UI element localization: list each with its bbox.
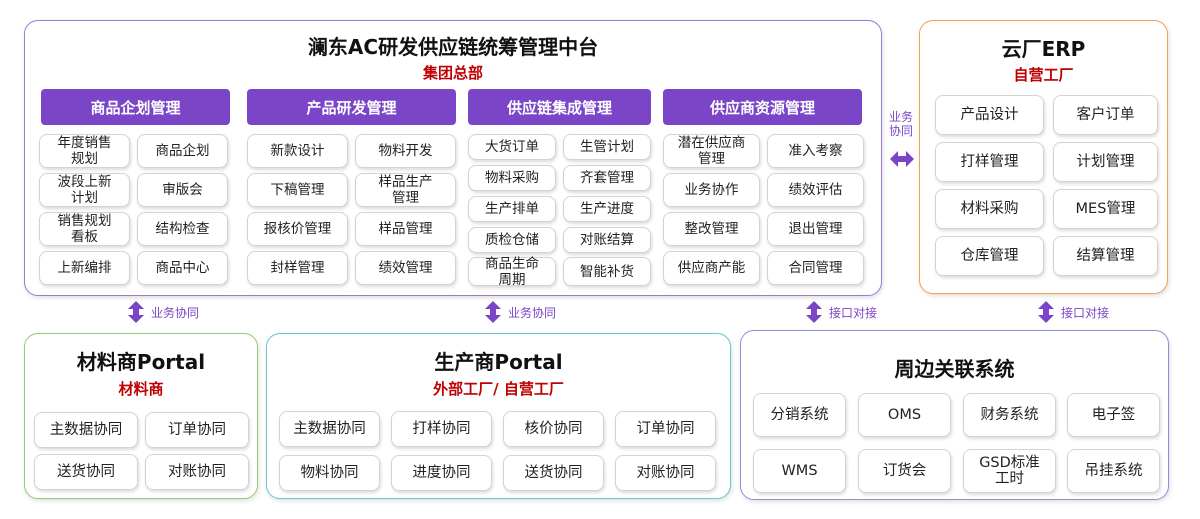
module-production-scheduling: 生产排单 bbox=[468, 196, 556, 222]
module-sample-production: 样品生产 管理 bbox=[355, 173, 456, 207]
double-arrow-vertical-icon bbox=[128, 301, 144, 323]
connector-producer-label: 业务协同 bbox=[508, 305, 557, 320]
system-order-fair: 订货会 bbox=[858, 449, 951, 493]
system-hanging: 吊挂系统 bbox=[1067, 449, 1160, 493]
system-gsd: GSD标准 工时 bbox=[963, 449, 1056, 493]
erp-proofing: 打样管理 bbox=[935, 142, 1044, 182]
module-bulk-order: 大货订单 bbox=[468, 134, 556, 160]
module-qc-warehouse: 质检仓储 bbox=[468, 227, 556, 253]
module-admission-inspection: 准入考察 bbox=[767, 134, 864, 168]
connector-producer: 业务协同 bbox=[484, 301, 556, 323]
module-potential-supplier: 潜在供应商 管理 bbox=[663, 134, 760, 168]
material-delivery: 送货协同 bbox=[34, 454, 138, 490]
module-contract-management: 合同管理 bbox=[767, 251, 864, 285]
column-header-supply-chain: 供应链集成管理 bbox=[468, 89, 651, 125]
module-annual-sales-plan: 年度销售 规划 bbox=[39, 134, 130, 168]
producer-delivery: 送货协同 bbox=[503, 455, 604, 491]
material-portal-title: 材料商Portal bbox=[76, 350, 206, 374]
main-platform-subtitle: 集团总部 bbox=[422, 64, 483, 82]
peripheral-title: 周边关联系统 bbox=[894, 357, 1015, 381]
system-oms: OMS bbox=[858, 393, 951, 437]
column-header-supplier-resources: 供应商资源管理 bbox=[663, 89, 862, 125]
main-platform-title: 澜东AC研发供应链统筹管理中台 bbox=[307, 35, 599, 59]
module-product-center: 商品中心 bbox=[137, 251, 228, 285]
module-quote-management: 报核价管理 bbox=[247, 212, 348, 246]
module-structure-check: 结构检查 bbox=[137, 212, 228, 246]
module-product-planning: 商品企划 bbox=[137, 134, 228, 168]
connector-peripheral-erp-label: 接口对接 bbox=[1061, 305, 1110, 320]
material-portal-subtitle: 材料商 bbox=[118, 380, 164, 398]
double-arrow-horizontal-icon bbox=[890, 151, 914, 167]
erp-customer-order: 客户订单 bbox=[1053, 95, 1158, 135]
module-sales-plan-board: 销售规划 看板 bbox=[39, 212, 130, 246]
side-connector-label: 业务 协同 bbox=[888, 110, 913, 138]
producer-portal-title: 生产商Portal bbox=[434, 350, 563, 374]
module-sample-review: 审版会 bbox=[137, 173, 228, 207]
erp-subtitle: 自营工厂 bbox=[1013, 66, 1074, 84]
material-master-data: 主数据协同 bbox=[34, 412, 138, 448]
system-finance: 财务系统 bbox=[963, 393, 1056, 437]
module-business-collaboration: 业务协作 bbox=[663, 173, 760, 207]
system-distribution: 分销系统 bbox=[753, 393, 846, 437]
module-draft-management: 下稿管理 bbox=[247, 173, 348, 207]
connector-peripheral-erp: 接口对接 bbox=[1037, 301, 1109, 323]
column-header-product-rnd: 产品研发管理 bbox=[247, 89, 456, 125]
erp-material-purchase: 材料采购 bbox=[935, 189, 1044, 229]
connector-peripheral-main-label: 接口对接 bbox=[829, 305, 878, 320]
connector-peripheral-main: 接口对接 bbox=[805, 301, 877, 323]
producer-progress: 进度协同 bbox=[391, 455, 492, 491]
module-material-development: 物料开发 bbox=[355, 134, 456, 168]
producer-portal-subtitle: 外部工厂/ 自营工厂 bbox=[433, 380, 564, 398]
module-performance-management: 绩效管理 bbox=[355, 251, 456, 285]
system-e-signature: 电子签 bbox=[1067, 393, 1160, 437]
module-performance-evaluation: 绩效评估 bbox=[767, 173, 864, 207]
connector-material-label: 业务协同 bbox=[151, 305, 200, 320]
producer-master-data: 主数据协同 bbox=[279, 411, 380, 447]
erp-mes: MES管理 bbox=[1053, 189, 1158, 229]
double-arrow-vertical-icon bbox=[806, 301, 822, 323]
material-reconciliation: 对账协同 bbox=[145, 454, 249, 490]
module-material-purchase: 物料采购 bbox=[468, 165, 556, 191]
double-arrow-vertical-icon bbox=[1038, 301, 1054, 323]
module-wave-launch-plan: 波段上新 计划 bbox=[39, 173, 130, 207]
erp-plan-management: 计划管理 bbox=[1053, 142, 1158, 182]
module-product-lifecycle: 商品生命 周期 bbox=[468, 256, 556, 288]
module-kitting-management: 齐套管理 bbox=[563, 165, 651, 191]
column-header-product-planning: 商品企划管理 bbox=[41, 89, 230, 125]
producer-order: 订单协同 bbox=[615, 411, 716, 447]
module-reconciliation: 对账结算 bbox=[563, 227, 651, 253]
module-seal-sample: 封样管理 bbox=[247, 251, 348, 285]
producer-material: 物料协同 bbox=[279, 455, 380, 491]
producer-reconciliation: 对账协同 bbox=[615, 455, 716, 491]
erp-warehouse: 仓库管理 bbox=[935, 236, 1044, 276]
module-new-design: 新款设计 bbox=[247, 134, 348, 168]
material-order: 订单协同 bbox=[145, 412, 249, 448]
producer-proofing: 打样协同 bbox=[391, 411, 492, 447]
erp-title: 云厂ERP bbox=[1001, 37, 1086, 61]
erp-settlement: 结算管理 bbox=[1053, 236, 1158, 276]
module-launch-arrangement: 上新编排 bbox=[39, 251, 130, 285]
module-exit-management: 退出管理 bbox=[767, 212, 864, 246]
system-wms: WMS bbox=[753, 449, 846, 493]
producer-pricing: 核价协同 bbox=[503, 411, 604, 447]
module-sample-management: 样品管理 bbox=[355, 212, 456, 246]
connector-material: 业务协同 bbox=[127, 301, 199, 323]
module-smart-replenishment: 智能补货 bbox=[563, 257, 651, 286]
module-rectification: 整改管理 bbox=[663, 212, 760, 246]
erp-product-design: 产品设计 bbox=[935, 95, 1044, 135]
module-production-plan: 生管计划 bbox=[563, 134, 651, 160]
double-arrow-vertical-icon bbox=[485, 301, 501, 323]
module-supplier-capacity: 供应商产能 bbox=[663, 251, 760, 285]
module-production-progress: 生产进度 bbox=[563, 196, 651, 222]
